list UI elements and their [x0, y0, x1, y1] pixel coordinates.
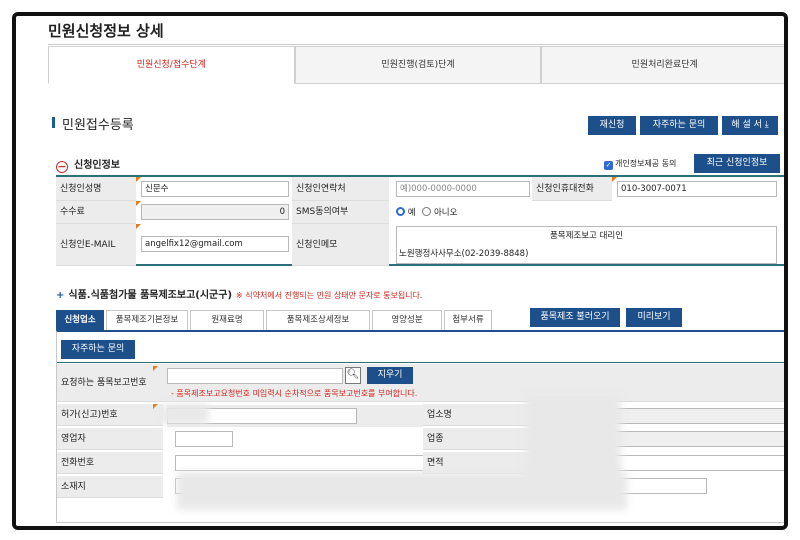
recent-applicant-button[interactable]: 최근 신청인정보	[694, 154, 780, 173]
mobile-field[interactable]: 010-3007-0071	[617, 181, 777, 197]
memo-textarea[interactable]: 품목제조보고 대리인 노원행정사사무소(02-2039-8848)	[396, 226, 777, 264]
report-no-note: - 품목제조보고요청번호 미입력시 순차적으로 품목보고번호를 부여합니다.	[171, 389, 418, 398]
tab-review-stage[interactable]: 민원진행(검토)단계	[294, 46, 542, 84]
report-no-label: 요청하는 품목보고번호	[61, 378, 147, 388]
faq-button[interactable]: 자주하는 문의	[640, 116, 718, 135]
clear-button[interactable]: 지우기	[367, 367, 413, 384]
subtab-detail-info[interactable]: 품목제조상세정보	[266, 310, 370, 331]
radio-yes[interactable]	[396, 207, 405, 216]
operator-field[interactable]	[175, 431, 233, 447]
food-section-title: + 식품.식품첨가물 품목제조보고(시군구) ※ 식약처에서 진행되는 민원 상태만…	[56, 290, 423, 301]
memo-label: 신청인메모	[292, 224, 389, 266]
title-divider	[48, 44, 784, 45]
consent-checkbox[interactable]: ✓ 개인정보제공 동의	[604, 158, 676, 170]
search-icon[interactable]: 🔍︎	[345, 367, 361, 384]
fee-label: 수수료	[56, 201, 136, 224]
preview-button[interactable]: 미리보기	[626, 308, 682, 327]
phone-field[interactable]	[175, 455, 427, 471]
name-field[interactable]: 신문수	[141, 181, 289, 197]
page-title: 민원신청정보 상세	[48, 22, 164, 40]
permit-label: 허가(신고)번호	[57, 404, 163, 426]
plus-icon: +	[56, 290, 65, 301]
contact-field[interactable]: 예)000-0000-0000	[396, 181, 530, 197]
name-label: 신청인성명	[56, 177, 136, 201]
business-type-label: 업종	[423, 428, 533, 450]
redaction-blur	[177, 472, 627, 510]
sms-label: SMS동의여부	[292, 201, 389, 224]
required-marker	[153, 404, 158, 409]
contact-label: 신청인연락처	[292, 177, 389, 201]
load-product-button[interactable]: 품목제조 불러오기	[530, 308, 620, 327]
applicant-section-title: − 신청인정보	[56, 160, 120, 173]
panel-faq-button[interactable]: 자주하는 문의	[61, 340, 135, 359]
address-label: 소재지	[57, 476, 163, 498]
operator-label: 영업자	[57, 428, 163, 450]
section-title: 민원접수등록	[62, 118, 134, 133]
redaction-blur	[161, 404, 209, 424]
tab-complete-stage[interactable]: 민원처리완료단계	[541, 46, 784, 84]
subtab-nutrition[interactable]: 영양성분	[372, 310, 442, 331]
reapply-button[interactable]: 재신청	[588, 116, 636, 135]
applicant-form: 신청인성명 신문수 신청인연락처 예)000-0000-0000 신청인휴대전화…	[56, 175, 784, 266]
collapse-icon[interactable]: −	[56, 161, 68, 173]
memo-line: 노원행정사사무소(02-2039-8848)	[399, 249, 529, 259]
business-name-label: 업소명	[423, 404, 533, 426]
sms-options: 예 아니오	[396, 206, 457, 218]
subtab-applicant-business[interactable]: 신청업소	[56, 310, 104, 331]
report-no-field[interactable]	[167, 368, 343, 384]
phone-label: 전화번호	[57, 452, 163, 474]
subtab-ingredients[interactable]: 원재료명	[190, 310, 264, 331]
food-note: ※ 식약처에서 진행되는 민원 상태만 문자로 통보됩니다.	[236, 291, 423, 300]
manual-download-button[interactable]: 해 설 서 ⤓	[722, 116, 778, 135]
stage-tabs: 민원신청/접수단계 민원진행(검토)단계 민원처리완료단계	[48, 46, 784, 84]
mobile-label: 신청인휴대전화	[532, 177, 612, 201]
email-label: 신청인E-MAIL	[56, 224, 136, 266]
checkbox-icon[interactable]: ✓	[604, 161, 613, 170]
memo-line: 품목제조보고 대리인	[549, 231, 624, 241]
tab-application-stage[interactable]: 민원신청/접수단계	[48, 46, 295, 84]
subtab-attachments[interactable]: 첨부서류	[444, 310, 492, 331]
screenshot-frame: 민원신청정보 상세 민원신청/접수단계 민원진행(검토)단계 민원처리완료단계 …	[12, 12, 788, 530]
area-label: 면적	[423, 452, 533, 474]
required-marker	[136, 224, 141, 229]
required-marker	[153, 366, 158, 371]
subtab-basic-info[interactable]: 품목제조기본정보	[106, 310, 188, 331]
panel-divider	[57, 362, 784, 363]
radio-no[interactable]	[422, 207, 432, 216]
fee-field: 0	[141, 204, 289, 220]
business-panel: 자주하는 문의 요청하는 품목보고번호 🔍︎ 지우기 - 품목제조보고요청번호 …	[56, 330, 784, 523]
email-field[interactable]: angelfix12@gmail.com	[141, 236, 289, 252]
